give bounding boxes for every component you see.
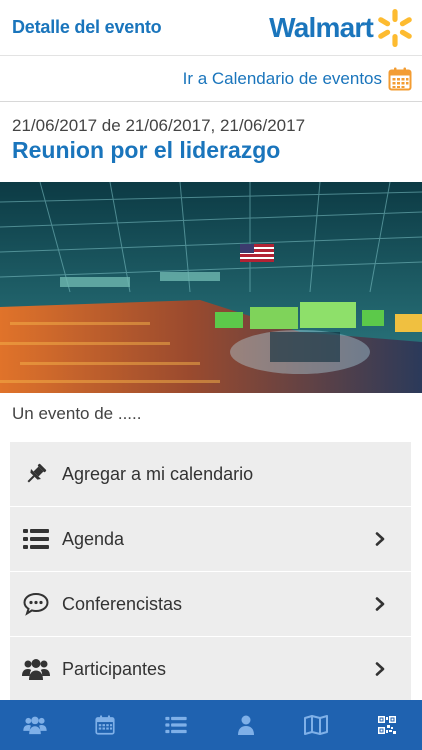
add-to-calendar-button[interactable]: Agregar a mi calendario [10, 442, 411, 507]
event-title: Reunion por el liderazgo [12, 137, 281, 163]
qr-code-icon [377, 716, 396, 734]
event-date: 21/06/2017 de 21/06/2017, 21/06/2017 [12, 116, 306, 135]
bottom-nav [0, 700, 422, 750]
logo-text: Walmart [269, 11, 374, 43]
nav-calendar-button[interactable] [85, 705, 125, 745]
chat-icon [22, 592, 50, 616]
event-menu: Agregar a mi calendario Agenda Conferenc… [10, 442, 411, 702]
chevron-right-icon [375, 597, 385, 611]
walmart-logo: Walmart [269, 8, 414, 48]
event-organizer: Un evento de ..... [12, 404, 142, 423]
nav-qr-button[interactable] [367, 705, 407, 745]
menu-item-label: Conferencistas [62, 593, 183, 614]
nav-map-button[interactable] [296, 705, 336, 745]
calendar-icon [95, 715, 116, 735]
list-icon [22, 528, 50, 550]
nav-participants-button[interactable] [15, 705, 55, 745]
chevron-right-icon [375, 662, 385, 676]
menu-item-label: Participantes [62, 658, 167, 679]
map-icon [304, 715, 329, 735]
menu-item-agenda[interactable]: Agenda [10, 507, 411, 572]
walmart-spark-icon [378, 8, 412, 47]
event-image [0, 182, 422, 393]
group-icon [23, 716, 47, 735]
calendar-link[interactable]: Ir a Calendario de eventos [0, 56, 422, 102]
pin-icon [22, 462, 50, 486]
list-icon [165, 716, 187, 734]
person-icon [238, 715, 255, 735]
page-title: Detalle del evento [12, 17, 162, 37]
chevron-right-icon [375, 532, 385, 546]
calendar-link-label[interactable]: Ir a Calendario de eventos [183, 69, 382, 89]
nav-profile-button[interactable] [226, 705, 266, 745]
menu-item-label: Agenda [62, 528, 125, 549]
group-icon [22, 657, 50, 681]
app-header: Detalle del evento Walmart [0, 0, 422, 56]
menu-item-participantes[interactable]: Participantes [10, 637, 411, 702]
nav-agenda-button[interactable] [156, 705, 196, 745]
menu-item-label: Agregar a mi calendario [62, 463, 254, 484]
menu-item-conferencistas[interactable]: Conferencistas [10, 572, 411, 637]
calendar-icon[interactable] [388, 67, 412, 91]
